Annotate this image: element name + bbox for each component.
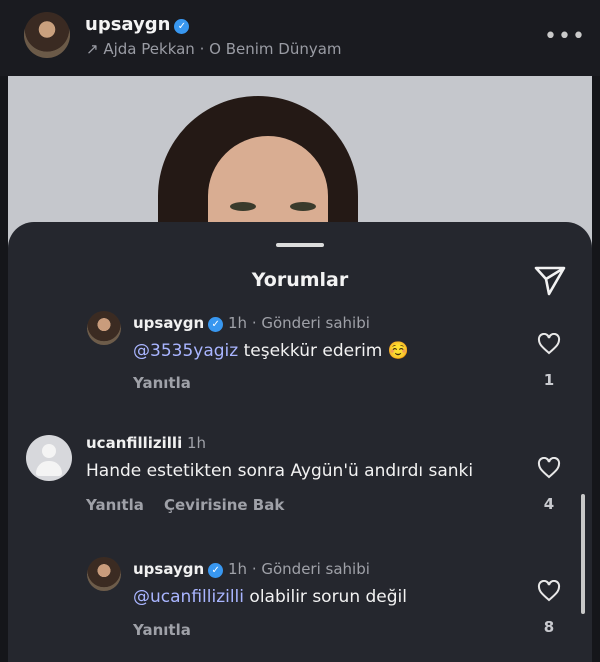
music-arrow-icon: ↗ — [86, 40, 99, 58]
reply-button[interactable]: Yanıtla — [133, 621, 191, 639]
sheet-drag-handle[interactable] — [276, 243, 324, 247]
comment-time: 1h — [187, 434, 207, 452]
verified-badge-icon: ✓ — [174, 19, 190, 34]
verified-badge-icon: ✓ — [208, 317, 224, 332]
verified-badge-icon: ✓ — [208, 563, 224, 578]
comment-username[interactable]: ucanfillizilli — [86, 434, 182, 452]
send-icon[interactable] — [533, 263, 567, 297]
see-translation-button[interactable]: Çevirisine Bak — [164, 496, 284, 514]
comment-time: 1h — [227, 314, 248, 332]
author-avatar[interactable] — [24, 12, 70, 58]
comment-meta: ucanfillizilli 1h — [86, 434, 206, 452]
more-options-icon[interactable]: ••• — [544, 24, 586, 49]
owner-tag: Gönderi sahibi — [261, 560, 370, 578]
scrollbar[interactable] — [581, 494, 585, 614]
heart-icon[interactable] — [537, 580, 561, 602]
comment-username[interactable]: upsaygn — [133, 560, 204, 578]
reply-button[interactable]: Yanıtla — [133, 374, 191, 392]
music-title[interactable]: Ajda Pekkan · O Benim Dünyam — [103, 40, 341, 58]
comment-time: 1h — [227, 560, 248, 578]
heart-icon[interactable] — [537, 457, 561, 479]
like-count: 4 — [543, 495, 555, 513]
comment-meta: upsaygn ✓ 1h · Gönderi sahibi — [133, 560, 370, 578]
reply-button[interactable]: Yanıtla — [86, 496, 144, 514]
comment-username[interactable]: upsaygn — [133, 314, 204, 332]
commenter-avatar[interactable] — [87, 311, 121, 345]
post-header: upsaygn ✓ ↗ Ajda Pekkan · O Benim Dünyam … — [0, 0, 600, 76]
author-username[interactable]: upsaygn ✓ — [85, 14, 190, 35]
mention-link[interactable]: @ucanfillizilli — [133, 587, 244, 607]
commenter-avatar[interactable] — [26, 435, 72, 481]
owner-tag: Gönderi sahibi — [261, 314, 370, 332]
commenter-avatar[interactable] — [87, 557, 121, 591]
music-info[interactable]: ↗ Ajda Pekkan · O Benim Dünyam — [86, 40, 342, 58]
comment-text: Hande estetikten sonra Aygün'ü andırdı s… — [86, 461, 474, 481]
comment-text: @ucanfillizilli olabilir sorun değil — [133, 587, 408, 607]
like-count: 1 — [543, 371, 555, 389]
mention-link[interactable]: @3535yagiz — [133, 341, 238, 361]
comment-text: @3535yagiz teşekkür ederim ☺️ — [133, 341, 409, 361]
like-count: 8 — [543, 618, 555, 636]
comments-title: Yorumlar — [251, 269, 349, 291]
comment-meta: upsaygn ✓ 1h · Gönderi sahibi — [133, 314, 370, 332]
heart-icon[interactable] — [537, 333, 561, 355]
